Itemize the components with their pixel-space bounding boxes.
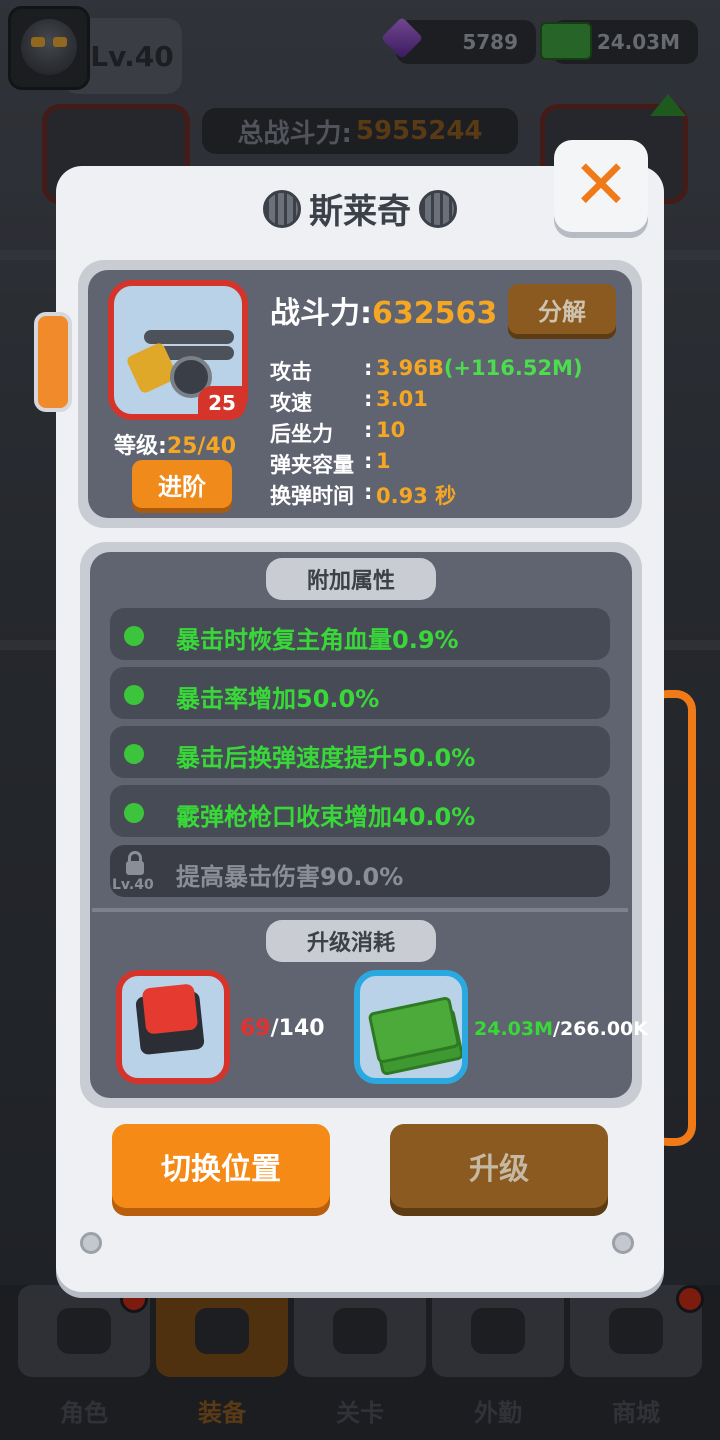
close-button[interactable]: ✕ — [554, 140, 648, 232]
material-chip-count: 69/140 — [240, 1016, 325, 1041]
switch-position-button[interactable]: 切换位置 — [112, 1124, 330, 1208]
lock-icon — [124, 851, 146, 875]
material-cash-slot[interactable] — [354, 970, 468, 1084]
unlock-level: Lv.40 — [112, 877, 154, 893]
lock-body — [126, 861, 144, 875]
attribute-row: 暴击率增加50.0% — [110, 667, 610, 719]
stat-bonus: (+116.52M) — [443, 356, 583, 380]
weapon-power: 战斗力:632563 — [270, 288, 497, 332]
stat-value: 0.93 秒 — [376, 484, 457, 508]
close-icon: ✕ — [572, 146, 630, 225]
grade-label: 等级: — [114, 434, 167, 459]
power-label: 战斗力: — [270, 296, 372, 331]
weapon-level-badge: 25 — [198, 386, 246, 420]
material-have: 24.03M — [474, 1018, 554, 1040]
dialog-title: 斯莱奇 — [263, 184, 457, 233]
attribute-text: 暴击后换弹速度提升50.0% — [176, 744, 476, 772]
bolt-icon — [419, 189, 457, 228]
locked-attribute-row: Lv.40 提高暴击伤害90.0% — [110, 845, 610, 897]
decompose-button[interactable]: 分解 — [508, 284, 616, 334]
stat-value: 3.96B(+116.52M) — [376, 356, 583, 380]
material-have: 69 — [240, 1016, 271, 1041]
active-dot-icon — [124, 626, 144, 646]
screw-icon — [612, 1232, 634, 1254]
material-need: /140 — [270, 1016, 325, 1041]
weapon-name: 斯莱奇 — [309, 192, 411, 232]
attribute-text: 暴击率增加50.0% — [176, 685, 380, 713]
stat-separator: : — [364, 480, 373, 504]
stat-separator: : — [364, 418, 373, 442]
stat-separator: : — [364, 356, 373, 380]
attribute-text: 提高暴击伤害90.0% — [176, 863, 404, 891]
stat-label: 攻速 — [270, 391, 312, 415]
material-chip-slot[interactable] — [116, 970, 230, 1084]
stat-value: 10 — [376, 418, 406, 442]
material-need: /266.00K — [553, 1018, 648, 1040]
stat-separator: : — [364, 449, 373, 473]
active-dot-icon — [124, 744, 144, 764]
upgrade-button[interactable]: 升级 — [390, 1124, 608, 1208]
stat-label: 弹夹容量 — [270, 453, 354, 477]
stat-label: 换弹时间 — [270, 484, 354, 508]
attribute-text: 霰弹枪枪口收束增加40.0% — [176, 803, 476, 831]
bolt-icon — [263, 189, 301, 228]
stat-value-text: 3.96B — [376, 356, 444, 380]
upgrade-cost-title: 升级消耗 — [266, 920, 436, 962]
shotgun-icon — [144, 330, 234, 344]
grade-value: 25/40 — [166, 434, 237, 459]
active-dot-icon — [124, 803, 144, 823]
stat-value: 1 — [376, 449, 391, 473]
stat-separator: : — [364, 387, 373, 411]
material-cash-count: 24.03M/266.00K — [474, 1018, 648, 1040]
chip-icon — [141, 983, 199, 1035]
stat-label: 后坐力 — [270, 422, 333, 446]
advance-button[interactable]: 进阶 — [132, 460, 232, 508]
section-divider — [92, 908, 628, 912]
stat-value: 3.01 — [376, 387, 428, 411]
attribute-row: 暴击时恢复主角血量0.9% — [110, 608, 610, 660]
stat-label: 攻击 — [270, 360, 312, 384]
screw-icon — [80, 1232, 102, 1254]
weapon-grade: 等级:25/40 — [114, 428, 236, 460]
weapon-detail-dialog: 斯莱奇 25 等级:25/40 进阶 战斗力:632563 分解 攻击 : 3.… — [56, 166, 664, 1292]
active-dot-icon — [124, 685, 144, 705]
attribute-text: 暴击时恢复主角血量0.9% — [176, 626, 459, 654]
attribute-row: 暴击后换弹速度提升50.0% — [110, 726, 610, 778]
attribute-row: 霰弹枪枪口收束增加40.0% — [110, 785, 610, 837]
panel-side-tab — [34, 312, 72, 412]
power-value: 632563 — [372, 296, 498, 331]
extra-attributes-title: 附加属性 — [266, 558, 436, 600]
